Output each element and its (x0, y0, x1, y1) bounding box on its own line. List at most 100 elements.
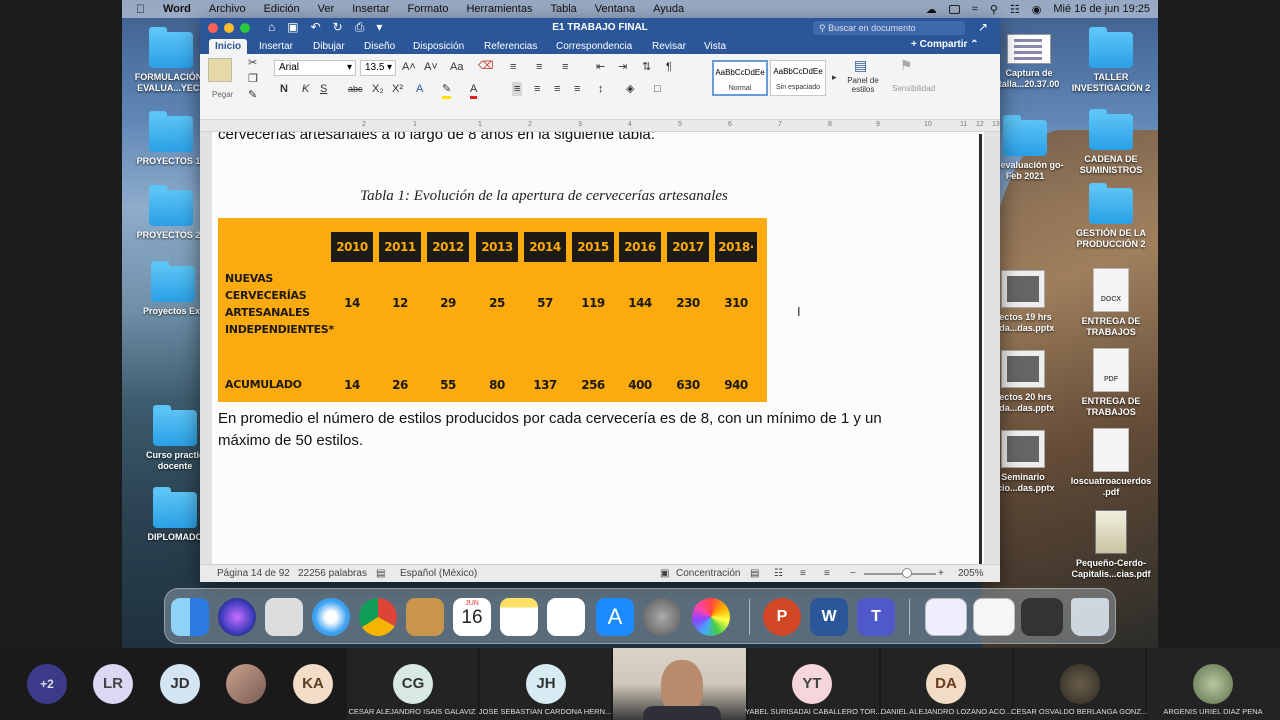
siri-icon[interactable] (218, 598, 256, 636)
teams-icon[interactable]: T (857, 598, 895, 636)
calendar-icon[interactable]: JUN 16 (453, 598, 491, 636)
tab-inicio[interactable]: Inicio (209, 39, 248, 54)
document-canvas[interactable]: cervecerías artesanales a lo largo de 8 … (200, 132, 1000, 574)
table-caption[interactable]: Tabla 1: Evolución de la apertura de cer… (212, 188, 876, 205)
chrome-icon[interactable] (359, 598, 397, 636)
wifi-icon[interactable]: ≈ (972, 3, 978, 15)
styles-pane-icon[interactable]: ▤ (854, 58, 867, 72)
change-case-icon[interactable]: Aa (450, 60, 463, 74)
siri-icon[interactable]: ◉ (1032, 3, 1042, 16)
window-thumbnail-icon[interactable] (1021, 598, 1063, 636)
contacts-icon[interactable] (406, 598, 444, 636)
menubar-clock[interactable]: Mié 16 de jun 19:25 (1053, 3, 1150, 15)
search-document-input[interactable]: ⚲ Buscar en documento (813, 21, 965, 35)
cloud-icon[interactable]: ☁ (926, 3, 937, 16)
menu-herramientas[interactable]: Herramientas (457, 3, 541, 15)
subscript-button[interactable]: X₂ (372, 82, 384, 96)
menu-ventana[interactable]: Ventana (586, 3, 644, 15)
tab-correspondencia[interactable]: Correspondencia (556, 39, 632, 54)
launchpad-icon[interactable] (265, 598, 303, 636)
grow-font-icon[interactable]: A˄ (402, 60, 416, 74)
tab-revisar[interactable]: Revisar (652, 39, 686, 54)
print-layout-view-icon[interactable]: ▤ (750, 568, 759, 579)
participant-tile[interactable]: YT YABEL SURISADAI CABALLERO TOR... (745, 648, 881, 720)
word-icon[interactable]: W (810, 598, 848, 636)
increase-indent-icon[interactable]: ⇥ (618, 60, 627, 74)
sensitivity-icon[interactable]: ⚑ (900, 58, 913, 72)
menu-word[interactable]: Word (154, 3, 200, 15)
battery-icon[interactable] (948, 4, 960, 14)
highlight-icon[interactable]: ✎ (442, 82, 452, 99)
style-sin-espaciado[interactable]: AaBbCcDdEe Sin espaciado (770, 60, 826, 96)
borders-icon[interactable]: □ (654, 82, 661, 96)
proofing-icon[interactable]: ▤ (376, 568, 385, 579)
participant-tile[interactable]: CESAR OSVALDO BERLANGA GONZ... (1011, 648, 1147, 720)
sensitivity-button[interactable]: Sensibilidad (892, 82, 935, 96)
shading-icon[interactable]: ◈ (626, 82, 634, 96)
desktop-file-pequeno-cerdo[interactable]: Pequeño-Cerdo-Capitalis...cias.pdf (1066, 510, 1156, 580)
tab-vista[interactable]: Vista (704, 39, 726, 54)
draft-view-icon[interactable]: ≡ (824, 568, 830, 579)
copy-icon[interactable]: ❐ (248, 72, 258, 86)
zoom-in-button[interactable]: + (938, 568, 944, 579)
font-size-select[interactable]: 13.5 ▾ (360, 60, 396, 76)
desktop-file-cuatroacuerdos[interactable]: loscuatroacuerdos .pdf (1066, 428, 1156, 498)
presenter-video-tile[interactable] (613, 648, 746, 720)
cut-icon[interactable]: ✂ (248, 56, 257, 70)
reminders-icon[interactable] (547, 598, 585, 636)
align-right-button[interactable]: ≡ (554, 82, 560, 96)
desktop-folder-gestion[interactable]: GESTIÓN DE LA PRODUCCIÓN 2 (1066, 183, 1156, 250)
desktop-file-entrega-docx[interactable]: DOCX ENTREGA DE TRABAJOS (1066, 268, 1156, 338)
window-thumbnail-icon[interactable] (973, 598, 1015, 636)
share-button[interactable]: + Compartir ⌃ (911, 39, 979, 50)
window-thumbnail-icon[interactable] (925, 598, 967, 636)
system-preferences-icon[interactable] (643, 598, 681, 636)
italic-button[interactable]: K (302, 82, 309, 96)
paste-icon[interactable] (208, 58, 232, 82)
bullets-icon[interactable]: ≡ (510, 60, 516, 74)
participant-tile[interactable]: ARGENIS URIEL DIAZ PENA (1147, 648, 1280, 720)
numbering-icon[interactable]: ≡ (536, 60, 542, 74)
participant-tile[interactable]: JH JOSE SEBASTIAN CARDONA HERN... (479, 648, 611, 720)
tab-disposicion[interactable]: Disposición (413, 39, 464, 54)
zoom-slider-thumb[interactable] (902, 568, 912, 578)
zoom-out-button[interactable]: − (850, 568, 856, 579)
tab-dibujar[interactable]: Dibujar (313, 39, 345, 54)
justify-button[interactable]: ≡ (574, 82, 580, 96)
finder-icon[interactable] (171, 598, 209, 636)
craft-breweries-table[interactable]: 2010 2011 2012 2013 2014 2015 2016 2017 … (218, 218, 767, 402)
tab-insertar[interactable]: Insertar (259, 39, 293, 54)
align-center-button[interactable]: ≡ (534, 82, 540, 96)
tab-diseno[interactable]: Diseño (364, 39, 395, 54)
tab-referencias[interactable]: Referencias (484, 39, 537, 54)
participant-tile[interactable]: CG CESAR ALEJANDRO ISAIS GALAVIZ (347, 648, 478, 720)
powerpoint-icon[interactable]: P (763, 598, 801, 636)
outline-view-icon[interactable]: ≡ (800, 568, 806, 579)
clear-formatting-icon[interactable]: ⌫ (478, 59, 494, 73)
trash-icon[interactable] (1071, 598, 1109, 636)
participant-avatar[interactable]: KA (293, 664, 333, 704)
vertical-scrollbar[interactable] (979, 134, 982, 574)
desktop-folder-cadena[interactable]: CADENA DE SUMINISTROS (1066, 109, 1156, 176)
align-left-button[interactable]: ≡ (512, 82, 523, 96)
web-layout-view-icon[interactable]: ☷ (774, 568, 783, 579)
format-painter-icon[interactable]: ✎ (248, 88, 257, 102)
search-icon[interactable]: ⚲ (990, 3, 998, 16)
zoom-level[interactable]: 205% (958, 568, 984, 579)
styles-pane-button[interactable]: Panel de estilos (846, 76, 880, 94)
apple-menu-icon[interactable]:  (122, 2, 154, 16)
desktop-folder-taller[interactable]: TALLER INVESTIGACIÓN 2 (1066, 27, 1156, 94)
font-color-icon[interactable]: A (470, 82, 478, 99)
language[interactable]: Español (México) (400, 568, 477, 579)
font-name-select[interactable]: Arial ▾ (274, 60, 356, 76)
participant-tile[interactable]: DA DANIEL ALEJANDRO LOZANO ACO... (881, 648, 1012, 720)
superscript-button[interactable]: X² (392, 82, 403, 96)
strikethrough-button[interactable]: abc (348, 82, 363, 96)
more-participants-button[interactable]: +2 (27, 664, 67, 704)
word-count[interactable]: 22256 palabras (298, 568, 367, 579)
menu-ver[interactable]: Ver (309, 3, 344, 15)
safari-icon[interactable] (312, 598, 350, 636)
style-normal[interactable]: AaBbCcDdEe Normal (712, 60, 768, 96)
focus-mode[interactable]: Concentración (676, 568, 740, 579)
sort-icon[interactable]: ⇅ (642, 60, 651, 74)
